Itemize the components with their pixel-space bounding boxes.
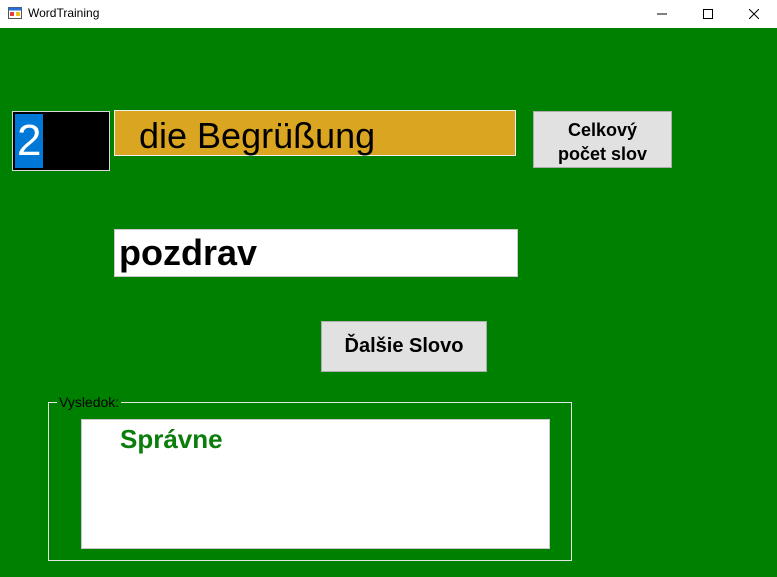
total-words-button[interactable]: Celkový počet slov xyxy=(533,111,672,168)
word-counter-value: 2 xyxy=(15,114,44,168)
total-words-button-line2: počet slov xyxy=(557,144,648,164)
title-bar: WordTraining xyxy=(0,0,777,28)
result-text: Správne xyxy=(120,424,223,454)
result-box: Správne xyxy=(81,419,550,549)
total-words-button-line1: Celkový xyxy=(567,120,638,140)
close-icon xyxy=(749,9,759,19)
app-icon xyxy=(8,7,22,19)
minimize-icon xyxy=(657,13,667,15)
maximize-button[interactable] xyxy=(685,0,731,28)
close-button[interactable] xyxy=(731,0,777,28)
result-groupbox: Vysledok: Správne xyxy=(48,394,572,561)
maximize-icon xyxy=(703,9,713,19)
next-word-button[interactable]: Ďalšie Slovo xyxy=(321,321,487,372)
german-word-text: die Begrüßung xyxy=(139,115,376,156)
main-window-client: 2 die Begrüßung Celkový počet slov Ďalši… xyxy=(0,28,777,577)
minimize-button[interactable] xyxy=(639,0,685,28)
window-title: WordTraining xyxy=(28,6,100,20)
result-legend: Vysledok: xyxy=(57,394,122,410)
answer-input[interactable] xyxy=(114,229,518,277)
word-counter-field[interactable]: 2 xyxy=(12,111,110,171)
german-word-display: die Begrüßung xyxy=(114,110,516,156)
